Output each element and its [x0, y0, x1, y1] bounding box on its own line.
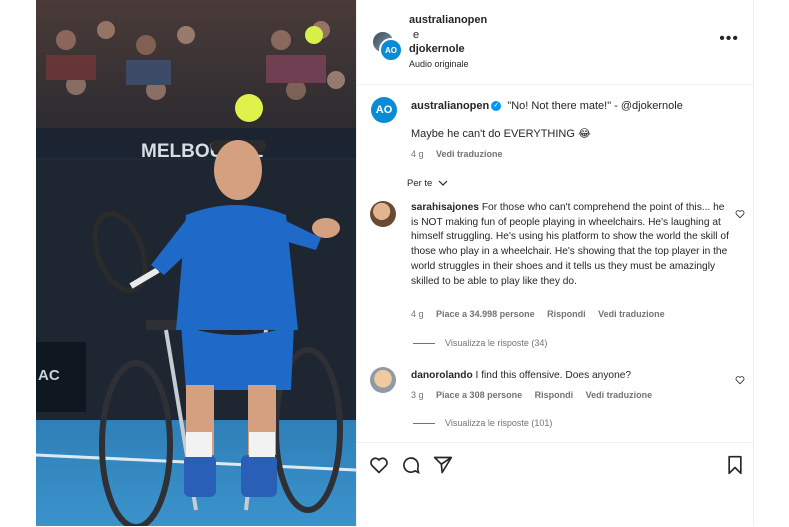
replies-label: Visualizza le risposte (101)	[445, 418, 553, 428]
comment-meta: 4 g Piace a 34.998 persone Rispondi Vedi…	[411, 309, 675, 319]
more-icon[interactable]: •••	[719, 31, 739, 47]
heart-icon[interactable]	[369, 455, 389, 475]
post-caption: australianopen ✓ "No! Not there mate!" - …	[411, 99, 741, 161]
post-header: AO australianopen e djokernole Audio ori…	[357, 0, 753, 85]
comment-likes[interactable]: Piace a 34.998 persone	[436, 309, 535, 319]
caption-text: Maybe he can't do EVERYTHING 😂	[411, 128, 591, 140]
comments-filter[interactable]: Per te	[407, 178, 448, 189]
avatar: AO	[379, 38, 403, 62]
heart-icon[interactable]	[735, 375, 745, 385]
share-icon[interactable]	[433, 455, 453, 475]
avatar[interactable]: AO	[371, 97, 397, 123]
replies-divider	[413, 343, 435, 345]
view-replies-button[interactable]: Visualizza le risposte (34)	[413, 338, 547, 348]
translate-link[interactable]: Vedi traduzione	[598, 309, 665, 319]
comment-username[interactable]: danorolando	[411, 370, 473, 381]
caption-time: 4 g	[411, 149, 424, 159]
comment-time: 4 g	[411, 309, 424, 319]
bookmark-icon[interactable]	[725, 455, 745, 475]
verified-icon: ✓	[491, 101, 502, 112]
comment-likes[interactable]: Piace a 308 persone	[436, 390, 522, 400]
post-panel: AO australianopen e djokernole Audio ori…	[356, 0, 754, 526]
replies-divider	[413, 423, 435, 425]
audio-link[interactable]: Audio originale	[409, 59, 469, 69]
heart-icon[interactable]	[735, 209, 745, 219]
translate-link[interactable]: Vedi traduzione	[436, 149, 503, 159]
reply-button[interactable]: Rispondi	[535, 390, 574, 400]
header-username-2[interactable]: djokernole	[409, 43, 465, 55]
translate-link[interactable]: Vedi traduzione	[586, 390, 653, 400]
chevron-down-icon	[438, 181, 448, 187]
caption-quote: "No! Not there mate!" - @djokernole	[507, 100, 683, 112]
avatar[interactable]	[370, 201, 396, 227]
avatar[interactable]	[370, 367, 396, 393]
action-bar	[357, 442, 753, 527]
comment-body: I find this offensive. Does anyone?	[475, 370, 632, 381]
tennis-photo: MELBOURNE AC	[36, 0, 356, 526]
comment: sarahisajones For those who can't compre…	[411, 201, 729, 289]
comment-icon[interactable]	[401, 455, 421, 475]
comment-username[interactable]: sarahisajones	[411, 202, 479, 213]
header-username-1[interactable]: australianopen	[409, 14, 487, 26]
caption-username[interactable]: australianopen	[411, 100, 489, 112]
comment-time: 3 g	[411, 390, 424, 400]
view-replies-button[interactable]: Visualizza le risposte (101)	[413, 418, 552, 428]
svg-text:AC: AC	[38, 367, 60, 384]
post-media[interactable]: MELBOURNE AC	[36, 0, 356, 526]
filter-label: Per te	[407, 178, 433, 189]
comment-meta: 3 g Piace a 308 persone Rispondi Vedi tr…	[411, 390, 662, 400]
comment-body: For those who can't comprehend the point…	[411, 202, 729, 287]
comment: danorolando I find this offensive. Does …	[411, 369, 729, 384]
replies-label: Visualizza le risposte (34)	[445, 338, 548, 348]
collab-avatars[interactable]: AO	[371, 30, 403, 62]
reply-button[interactable]: Rispondi	[547, 309, 586, 319]
header-conjunction: e	[413, 29, 420, 41]
